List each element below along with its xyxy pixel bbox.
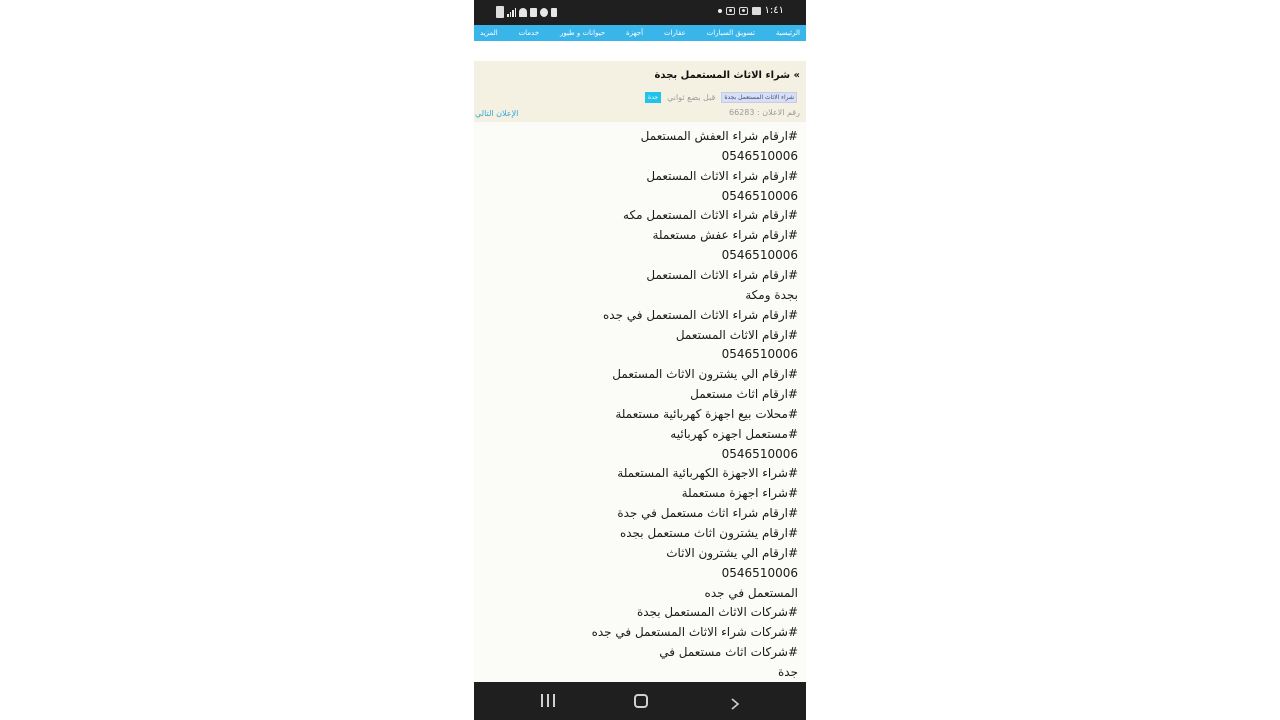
- ad-body-line: #ارقام يشترون اثاث مستعمل بجده: [619, 526, 798, 540]
- camera-icon: [725, 6, 735, 15]
- status-icons-left: [496, 6, 557, 18]
- status-bar: ١:٤١: [474, 0, 806, 25]
- battery-icon: [496, 6, 504, 18]
- ad-body-line: #ارقام شراء الاثاث المستعمل مكه: [623, 208, 798, 223]
- ad-body-line: #شراء الاجهزة الكهربائية المستعملة: [617, 466, 798, 481]
- ad-body-line: #ارقام شراء عفش مستعملة: [652, 228, 798, 243]
- home-button[interactable]: [634, 694, 648, 708]
- top-nav: الرئيسية تسويق السيارات عقارات أجهزة حيو…: [474, 25, 806, 41]
- ad-body-line: #شركات الاثاث المستعمل بجدة: [636, 605, 798, 620]
- ad-body-line: #شركات شراء الاثاث المستعمل في جده: [591, 625, 798, 640]
- ad-number: رقم الاعلان : 66283: [729, 108, 800, 117]
- recents-button[interactable]: [541, 694, 555, 708]
- ad-body-line: 0546510006: [721, 248, 798, 263]
- ad-body-line: #ارقام الي يشترون الاثاث المستعمل: [612, 367, 798, 382]
- nav-item-home[interactable]: الرئيسية: [776, 29, 800, 37]
- ad-body: #ارقام شراء العفش المستعمل 0546510006 #ارق…: [474, 122, 806, 682]
- ad-header: » شراء الاثاث المستعمل بجدة شراء الاثاث …: [474, 61, 806, 122]
- ad-body-line: #ارقام اثاث مستعمل: [690, 387, 798, 402]
- ad-body-line: المستعمل في جده: [704, 585, 798, 600]
- nav-item-cars[interactable]: تسويق السيارات: [707, 29, 755, 37]
- back-button[interactable]: [729, 695, 741, 710]
- data-icon: [530, 7, 537, 17]
- ad-body-line: #ارقام الي يشترون الاثاث: [666, 545, 798, 560]
- ad-body-line: #ارقام شراء الاثاث المستعمل: [646, 168, 798, 183]
- ad-body-line: 0546510006: [721, 148, 798, 163]
- sim-icon: [551, 7, 557, 17]
- system-nav-bar: [474, 682, 806, 720]
- alarm-icon: [540, 7, 548, 17]
- nav-item-devices[interactable]: أجهزة: [626, 29, 643, 37]
- ad-body-line: بجدة ومكة: [745, 287, 798, 302]
- ad-meta-row: شراء الاثاث المستعمل بجدة قبل بضع ثواني …: [645, 92, 797, 103]
- ad-body-line: #شراء اجهزة مستعملة: [681, 486, 798, 501]
- notification-dot-icon: [717, 8, 722, 13]
- ad-title: » شراء الاثاث المستعمل بجدة: [654, 70, 800, 81]
- ad-body-line: #ارقام شراء العفش المستعمل: [640, 129, 798, 143]
- wifi-icon: [519, 7, 527, 17]
- nav-item-real-estate[interactable]: عقارات: [664, 29, 686, 37]
- ad-body-line: جدة: [777, 664, 798, 679]
- ad-body-line: #مستعمل اجهزه كهربائيه: [670, 426, 798, 441]
- category-tag[interactable]: شراء الاثاث المستعمل بجدة: [721, 92, 797, 103]
- ad-body-line: 0546510006: [721, 565, 798, 580]
- next-ad-link[interactable]: الإعلان التالي: [475, 109, 518, 118]
- ad-body-line: 0546510006: [721, 347, 798, 362]
- ad-body-line: 0546510006: [721, 188, 798, 203]
- posted-time: قبل بضع ثواني: [667, 93, 716, 102]
- ad-body-line: #ارقام الاثاث المستعمل: [675, 327, 798, 342]
- ad-body-line: 0546510006: [721, 446, 798, 461]
- back-chevron-icon: [731, 698, 740, 710]
- status-time: ١:٤١: [764, 5, 784, 16]
- signal-icon: [507, 7, 516, 17]
- nav-item-services[interactable]: خدمات: [519, 29, 539, 37]
- ad-body-line: #محلات بيع اجهزة كهربائية مستعملة: [615, 406, 798, 421]
- status-icons-right: ١:٤١: [717, 5, 784, 16]
- ad-body-line: #ارقام شراء الاثاث المستعمل: [646, 267, 798, 282]
- ad-body-line: #ارقام شراء اثاث مستعمل في جدة: [617, 506, 798, 521]
- nav-item-more[interactable]: المزيد: [480, 29, 498, 37]
- ad-body-line: #شركات اثاث مستعمل في: [659, 645, 798, 660]
- nav-item-animals[interactable]: حيوانات و طيور: [560, 29, 605, 37]
- message-icon: [751, 6, 761, 15]
- phone-screen: ١:٤١ الرئيسية تسويق السيارات عقارات أجهز…: [474, 0, 806, 720]
- ad-body-line: #ارقام شراء الاثاث المستعمل في جده: [602, 307, 798, 322]
- camera-icon-2: [738, 6, 748, 15]
- city-badge[interactable]: جدة: [645, 92, 662, 103]
